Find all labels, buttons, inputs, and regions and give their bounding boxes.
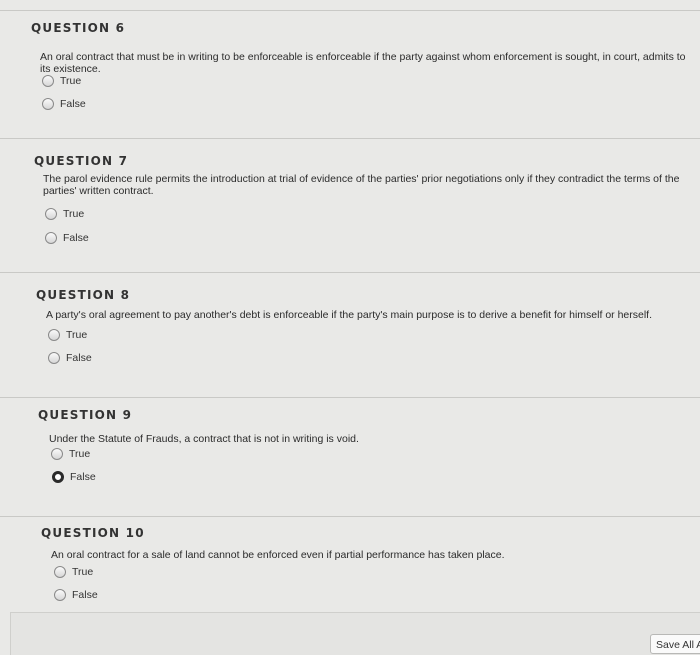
divider — [0, 397, 700, 398]
option-false[interactable]: False — [42, 98, 86, 110]
question-title: QUESTION 7 — [34, 154, 129, 168]
option-label: False — [63, 232, 89, 244]
question-text: An oral contract for a sale of land cann… — [51, 549, 505, 561]
radio-button[interactable] — [45, 208, 57, 220]
option-label: True — [66, 329, 88, 341]
radio-button-selected[interactable] — [52, 471, 64, 483]
radio-button[interactable] — [54, 566, 66, 578]
option-label: False — [60, 98, 86, 110]
question-title: QUESTION 8 — [36, 288, 131, 302]
save-all-button[interactable]: Save All A — [650, 634, 700, 654]
option-true[interactable]: True — [54, 566, 93, 578]
option-true[interactable]: True — [45, 208, 84, 220]
question-title: QUESTION 10 — [41, 526, 145, 540]
option-label: False — [66, 352, 92, 364]
question-title: QUESTION 9 — [38, 408, 133, 422]
option-false[interactable]: False — [48, 352, 92, 364]
option-label: True — [63, 208, 85, 220]
option-true[interactable]: True — [48, 329, 87, 341]
radio-button[interactable] — [48, 329, 60, 341]
radio-button[interactable] — [51, 448, 63, 460]
option-label: True — [72, 566, 94, 578]
radio-button[interactable] — [45, 232, 57, 244]
question-title: QUESTION 6 — [31, 21, 126, 35]
divider — [0, 138, 700, 139]
divider — [0, 10, 700, 11]
radio-button[interactable] — [42, 98, 54, 110]
option-label: True — [60, 75, 82, 87]
footer-bar — [10, 612, 700, 655]
option-label: False — [72, 589, 98, 601]
question-text: Under the Statute of Frauds, a contract … — [49, 433, 359, 445]
question-text: A party's oral agreement to pay another'… — [46, 309, 653, 321]
option-true[interactable]: True — [51, 448, 90, 460]
radio-button[interactable] — [42, 75, 54, 87]
radio-button[interactable] — [48, 352, 60, 364]
question-text: The parol evidence rule permits the intr… — [43, 173, 680, 197]
divider — [0, 516, 700, 517]
radio-button[interactable] — [54, 589, 66, 601]
option-label: True — [69, 448, 91, 460]
option-true[interactable]: True — [42, 75, 81, 87]
option-false[interactable]: False — [45, 232, 89, 244]
question-text: An oral contract that must be in writing… — [40, 51, 686, 75]
option-false[interactable]: False — [52, 471, 96, 483]
option-false[interactable]: False — [54, 589, 98, 601]
divider — [0, 272, 700, 273]
option-label: False — [70, 471, 96, 483]
